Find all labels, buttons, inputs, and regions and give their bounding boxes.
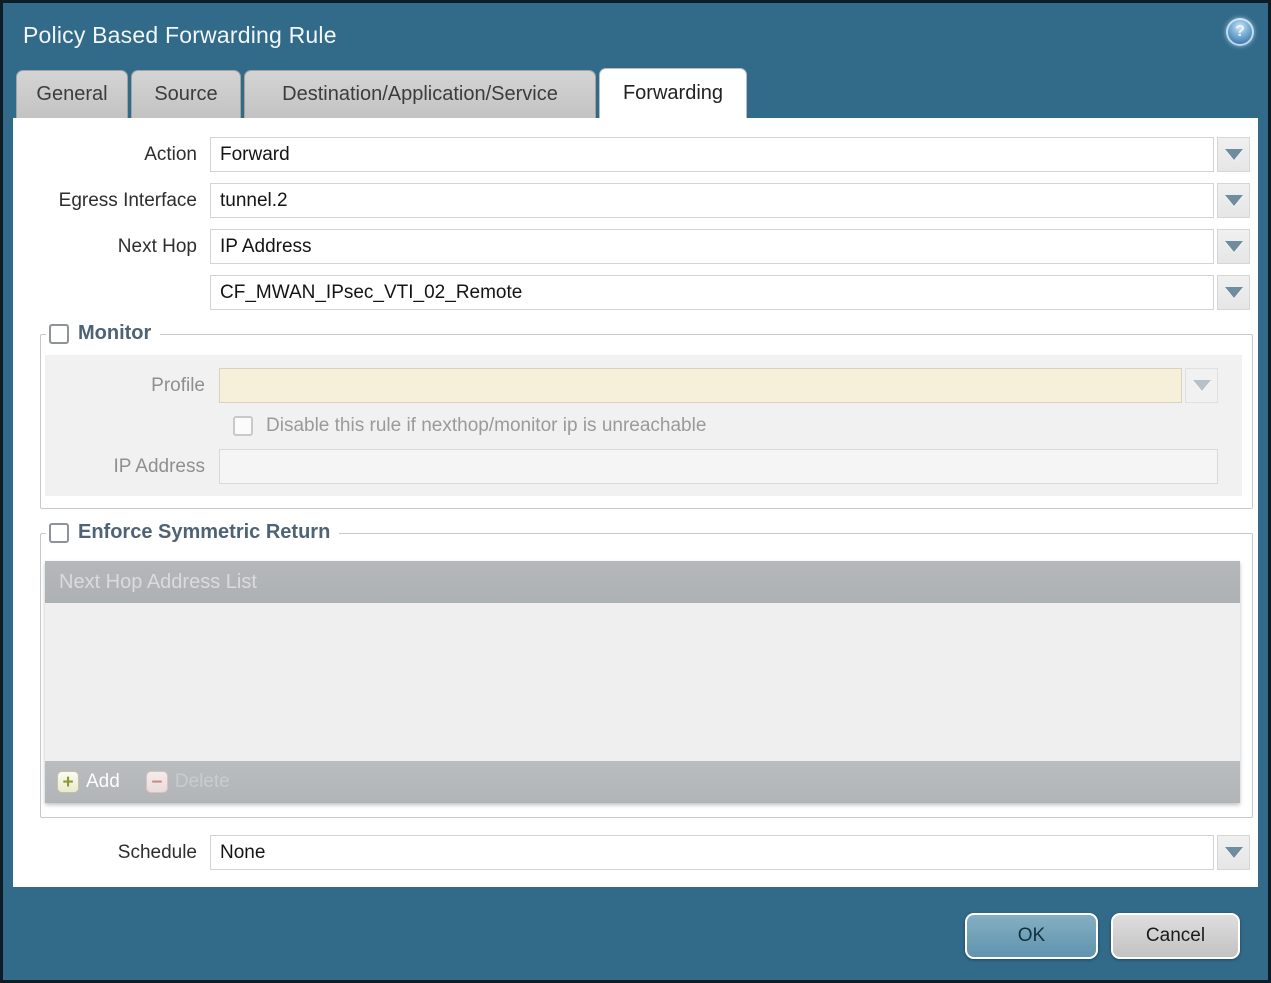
action-input[interactable] <box>210 137 1214 172</box>
add-icon: + <box>57 771 79 793</box>
delete-button-label: Delete <box>175 771 230 793</box>
dialog-title: Policy Based Forwarding Rule <box>23 22 337 49</box>
profile-label: Profile <box>45 375 219 397</box>
ok-button[interactable]: OK <box>965 913 1098 959</box>
action-row: Action <box>13 137 1258 172</box>
schedule-label: Schedule <box>13 842 210 864</box>
egress-interface-label: Egress Interface <box>13 190 210 212</box>
cancel-button[interactable]: Cancel <box>1111 913 1240 959</box>
delete-icon: − <box>146 771 168 793</box>
enforce-symmetric-return-checkbox[interactable] <box>49 523 69 543</box>
add-button-label: Add <box>86 771 120 793</box>
next-hop-address-list-header: Next Hop Address List <box>45 561 1240 603</box>
disable-rule-row: Disable this rule if nexthop/monitor ip … <box>233 415 1242 437</box>
pbf-rule-dialog: Policy Based Forwarding Rule ? General S… <box>0 0 1271 983</box>
enforce-symmetric-return-section: Enforce Symmetric Return Next Hop Addres… <box>40 533 1253 818</box>
profile-dropdown-button <box>1185 368 1218 403</box>
next-hop-label: Next Hop <box>13 236 210 258</box>
monitor-panel: Profile Disable this rule if nexthop/mon… <box>45 355 1242 496</box>
dialog-titlebar: Policy Based Forwarding Rule ? <box>3 3 1268 68</box>
profile-input <box>219 368 1182 403</box>
next-hop-address-row <box>13 275 1258 310</box>
chevron-down-icon <box>1225 149 1243 160</box>
enforce-symmetric-return-label: Enforce Symmetric Return <box>78 521 330 544</box>
disable-rule-checkbox <box>233 416 253 436</box>
monitor-ip-address-row: IP Address <box>45 449 1242 484</box>
chevron-down-icon <box>1225 847 1243 858</box>
delete-button: − Delete <box>146 771 230 793</box>
monitor-legend: Monitor <box>46 322 160 345</box>
egress-interface-dropdown-button[interactable] <box>1217 183 1250 218</box>
help-icon[interactable]: ? <box>1226 18 1254 46</box>
monitor-ip-address-label: IP Address <box>45 456 219 478</box>
next-hop-type-row: Next Hop <box>13 229 1258 264</box>
forwarding-tab-panel: Action Egress Interface Next Hop <box>13 118 1258 887</box>
dialog-button-bar: OK Cancel <box>3 887 1268 980</box>
tab-source[interactable]: Source <box>131 70 241 118</box>
tab-bar: General Source Destination/Application/S… <box>16 68 747 118</box>
chevron-down-icon <box>1225 287 1243 298</box>
disable-rule-label: Disable this rule if nexthop/monitor ip … <box>266 415 706 437</box>
egress-interface-row: Egress Interface <box>13 183 1258 218</box>
enforce-symmetric-return-legend: Enforce Symmetric Return <box>46 521 339 544</box>
monitor-legend-label: Monitor <box>78 322 151 345</box>
next-hop-type-dropdown-button[interactable] <box>1217 229 1250 264</box>
schedule-input[interactable] <box>210 835 1214 870</box>
monitor-ip-address-input <box>219 449 1218 484</box>
egress-interface-input[interactable] <box>210 183 1214 218</box>
next-hop-address-list-toolbar: + Add − Delete <box>45 761 1240 803</box>
action-dropdown-button[interactable] <box>1217 137 1250 172</box>
monitor-profile-row: Profile <box>45 368 1242 403</box>
tab-general[interactable]: General <box>16 70 128 118</box>
next-hop-address-input[interactable] <box>210 275 1214 310</box>
next-hop-address-list-body <box>45 603 1240 761</box>
tab-destination-application-service[interactable]: Destination/Application/Service <box>244 70 596 118</box>
schedule-row: Schedule <box>13 835 1258 870</box>
schedule-dropdown-button[interactable] <box>1217 835 1250 870</box>
next-hop-address-list-table: Next Hop Address List + Add − Delete <box>45 561 1240 803</box>
add-button[interactable]: + Add <box>57 771 120 793</box>
action-label: Action <box>13 144 210 166</box>
chevron-down-icon <box>1193 380 1211 391</box>
chevron-down-icon <box>1225 241 1243 252</box>
monitor-section: Monitor Profile Disable this rule if nex… <box>40 334 1253 509</box>
tab-forwarding[interactable]: Forwarding <box>599 68 747 118</box>
monitor-checkbox[interactable] <box>49 324 69 344</box>
question-mark-glyph: ? <box>1235 23 1245 41</box>
next-hop-type-input[interactable] <box>210 229 1214 264</box>
next-hop-address-dropdown-button[interactable] <box>1217 275 1250 310</box>
chevron-down-icon <box>1225 195 1243 206</box>
